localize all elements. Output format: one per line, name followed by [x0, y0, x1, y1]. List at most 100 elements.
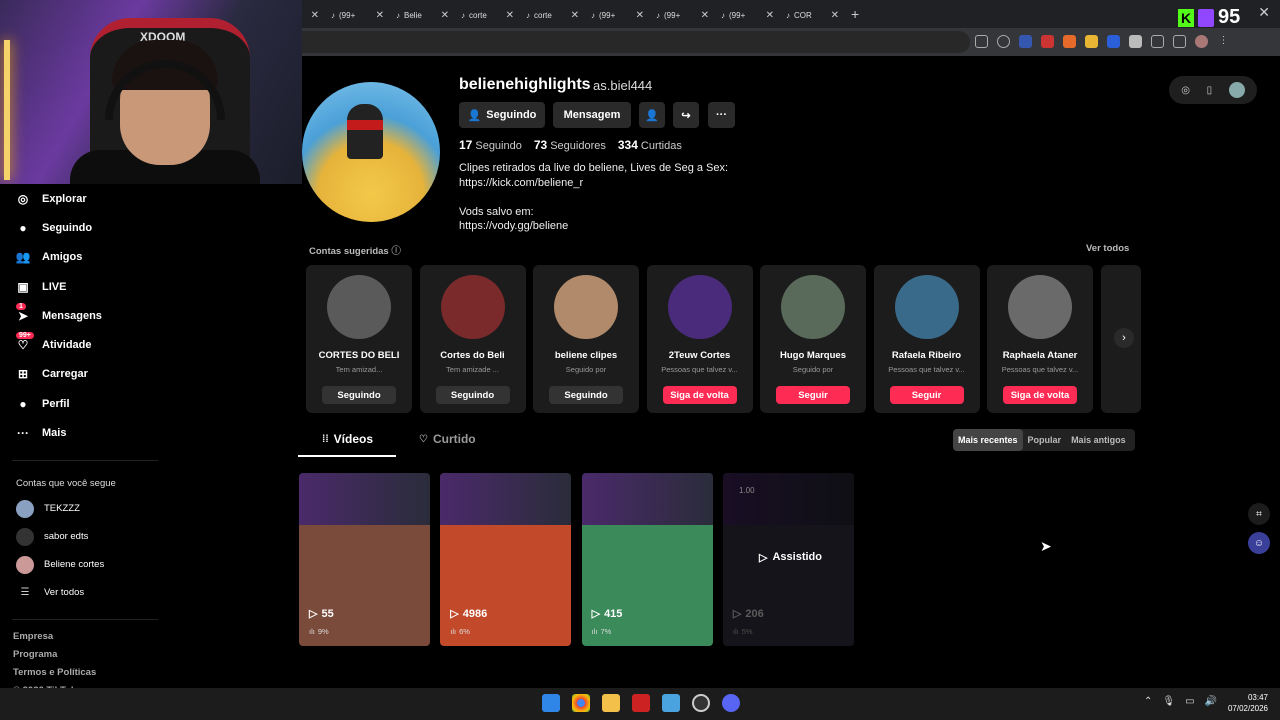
sidebar-item-live[interactable]: ▣ LIVE	[0, 272, 160, 301]
browser-tab[interactable]: ♪ (99+ ✕	[325, 3, 390, 27]
network-icon[interactable]: ▭	[1185, 696, 1194, 707]
microphone-icon[interactable]: 🎙	[1162, 696, 1175, 707]
suggested-see-all[interactable]: Ver todos	[1086, 243, 1129, 254]
sidebar-icon[interactable]	[1173, 35, 1186, 48]
sidebar-item-carregar[interactable]: ⊞ Carregar	[0, 360, 160, 389]
volume-icon[interactable]: 🔊	[1205, 696, 1217, 707]
close-tab-icon[interactable]: ✕	[506, 10, 514, 21]
sidebar-item-seguindo[interactable]: ● Seguindo	[0, 213, 160, 242]
follow-button[interactable]: Seguindo	[322, 386, 396, 404]
more-options-button[interactable]: ···	[708, 102, 735, 128]
suggested-account-card[interactable]: Rafaela Ribeiro Pessoas que talvez v... Se…	[873, 265, 980, 413]
obs-icon[interactable]	[692, 694, 710, 712]
sidebar-item-perfil[interactable]: ● Perfil	[0, 389, 160, 418]
suggested-account-card[interactable]: Hugo Marques Seguido por Seguir	[760, 265, 866, 413]
follow-button[interactable]: Seguindo	[549, 386, 623, 404]
add-friend-button[interactable]: 👤	[639, 102, 665, 128]
browser-avatar[interactable]	[1195, 35, 1208, 48]
puzzle-icon[interactable]	[1151, 35, 1164, 48]
follow-button[interactable]: Seguir	[776, 386, 850, 404]
avatar[interactable]	[440, 275, 505, 339]
close-tab-icon[interactable]: ✕	[571, 10, 579, 21]
device-icon[interactable]: ▯	[1207, 85, 1213, 96]
sidebar-item-amigos[interactable]: 👥 Amigos	[0, 243, 160, 272]
browser-tab[interactable]: ♪ (99+ ✕	[715, 3, 780, 27]
sidebar-item-mais[interactable]: ··· Mais	[0, 418, 160, 447]
stat-following[interactable]: 17 Seguindo	[459, 138, 522, 152]
suggested-account-card[interactable]: 2Teuw Cortes Pessoas que talvez v... Siga …	[646, 265, 753, 413]
follow-button[interactable]: Siga de volta	[1003, 386, 1077, 404]
followed-account[interactable]: sabor edts	[0, 523, 160, 551]
avatar[interactable]	[327, 275, 391, 339]
chat-button[interactable]: ☺	[1248, 532, 1270, 554]
avatar[interactable]	[894, 275, 959, 339]
close-tab-icon[interactable]: ✕	[766, 10, 774, 21]
discord-icon[interactable]	[722, 694, 740, 712]
browser-tab[interactable]: ♪ corte ✕	[520, 3, 585, 27]
sidebar-item-atividade[interactable]: ♡ 99+ Atividade	[0, 330, 160, 359]
extension-icon[interactable]	[1129, 35, 1142, 48]
kebab-menu-icon[interactable]: ⋮	[1217, 35, 1230, 48]
browser-tab[interactable]: ♪ (99+ ✕	[650, 3, 715, 27]
video-thumbnail[interactable]: ▷ 415 ılı 7%	[581, 473, 713, 646]
avatar[interactable]	[781, 275, 845, 339]
sidebar-item-explorar[interactable]: ◎ Explorar	[0, 184, 160, 213]
avatar[interactable]	[554, 275, 618, 339]
follow-button[interactable]: Seguir	[889, 386, 964, 404]
followed-account[interactable]: TEKZZZ	[0, 495, 160, 523]
windows-start-icon[interactable]	[542, 694, 560, 712]
footer-link[interactable]: Programa	[0, 646, 160, 664]
sort-option[interactable]: Mais recentes	[953, 429, 1023, 451]
info-icon[interactable]: ⓘ	[391, 246, 401, 257]
message-button[interactable]: Mensagem	[553, 102, 631, 128]
extension-icon[interactable]	[1085, 35, 1098, 48]
close-tab-icon[interactable]: ✕	[441, 10, 449, 21]
suggested-account-card[interactable]: Raphaela Ataner Pessoas que talvez v... Si…	[987, 265, 1093, 413]
follow-button[interactable]: Seguindo	[435, 386, 510, 404]
share-button[interactable]: ↪	[673, 102, 699, 128]
user-avatar[interactable]	[1228, 82, 1245, 98]
extension-icon[interactable]	[1107, 35, 1120, 48]
app-icon[interactable]	[632, 694, 650, 712]
sidebar-item-mensagens[interactable]: ➤ 1 Mensagens	[0, 301, 160, 330]
suggested-account-card[interactable]: beliene clipes Seguido por Seguindo	[533, 265, 639, 413]
tab-videos[interactable]: ⁞⁞ Vídeos	[322, 432, 373, 446]
following-button[interactable]: 👤 Seguindo	[459, 102, 545, 128]
address-bar[interactable]	[290, 31, 970, 53]
see-all-following[interactable]: ☰ Ver todos	[0, 579, 160, 607]
notepad-icon[interactable]	[662, 694, 680, 712]
close-tab-icon[interactable]: ✕	[701, 10, 709, 21]
suggested-account-card[interactable]: Cortes do Beli Tem amizade ... Seguindo	[419, 265, 526, 413]
close-window-button[interactable]: ✕	[1258, 4, 1270, 21]
browser-tab[interactable]: ♪ corte ✕	[455, 3, 520, 27]
follow-button[interactable]: Siga de volta	[662, 386, 737, 404]
browser-tab[interactable]: ♪ COR ✕	[780, 3, 845, 27]
followed-account[interactable]: Beliene cortes	[0, 551, 160, 579]
close-tab-icon[interactable]: ✕	[636, 10, 644, 21]
extension-icon[interactable]	[1063, 35, 1076, 48]
chrome-icon[interactable]	[572, 694, 590, 712]
bookmark-star-icon[interactable]	[997, 35, 1010, 48]
taskbar-clock[interactable]: 03:47 07/02/2026	[1226, 692, 1268, 714]
tab-liked[interactable]: ♡ Curtido	[419, 432, 476, 446]
close-tab-icon[interactable]: ✕	[376, 10, 384, 21]
chevron-up-icon[interactable]: ⌃	[1144, 696, 1152, 707]
file-explorer-icon[interactable]	[602, 694, 620, 712]
qr-code-button[interactable]: ⌗	[1248, 503, 1270, 525]
close-tab-icon[interactable]: ✕	[831, 10, 839, 21]
suggested-account-card[interactable]: CORTES DO BELI Tem amizad... Seguindo	[306, 265, 412, 413]
video-thumbnail[interactable]: ▷ 4986 ılı 6%	[440, 473, 572, 646]
footer-link[interactable]: Empresa	[0, 628, 160, 646]
cast-icon[interactable]	[975, 35, 988, 48]
stat-followers[interactable]: 73 Seguidores	[534, 138, 606, 152]
new-tab-button[interactable]: +	[851, 6, 859, 22]
extension-icon[interactable]	[1041, 35, 1054, 48]
footer-link[interactable]: Termos e Políticas	[0, 664, 160, 682]
browser-tab[interactable]: ♪ Belie ✕	[390, 3, 455, 27]
video-thumbnail[interactable]: ▷ 55 ılı 9%	[299, 473, 430, 646]
sort-option[interactable]: Popular	[1023, 429, 1067, 451]
browser-tab[interactable]: ♪ (99+ ✕	[585, 3, 650, 27]
next-arrow-button[interactable]: ›	[1114, 328, 1134, 348]
avatar[interactable]	[667, 275, 732, 339]
extension-icon[interactable]	[1019, 35, 1032, 48]
